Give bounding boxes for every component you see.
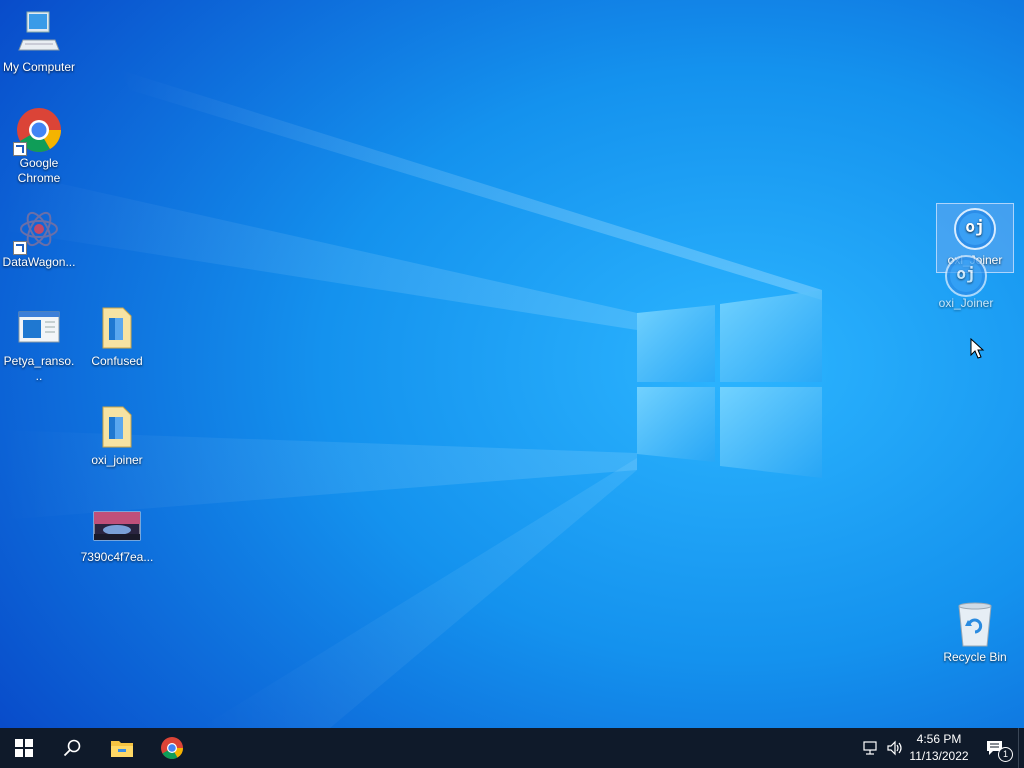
network-icon [863, 741, 877, 755]
oxi-joiner-icon: oj [942, 252, 990, 300]
desktop-icon-label: Google Chrome [17, 156, 61, 185]
desktop-icon-oxi-joiner-folder[interactable]: oxi_joiner [78, 403, 156, 468]
mouse-cursor-icon [970, 338, 985, 359]
chrome-icon [161, 737, 183, 759]
desktop-icon-image-file[interactable]: 7390c4f7ea... [78, 510, 156, 565]
desktop-icon-label: oxi_joiner [91, 453, 143, 467]
document-file-icon [93, 403, 141, 451]
search-button[interactable] [48, 728, 96, 768]
taskbar-clock[interactable]: 4:56 PM 11/13/2022 [904, 731, 974, 765]
taskbar-file-explorer[interactable] [98, 728, 146, 768]
show-desktop-button[interactable] [1018, 728, 1024, 768]
desktop-icon-label: Petya_ranso... [3, 354, 75, 383]
windows-start-icon [15, 739, 33, 757]
desktop-icon-label: Confused [91, 354, 143, 368]
tray-volume[interactable] [884, 728, 906, 768]
desktop-icon-label: DataWagon... [2, 255, 76, 269]
recycle-bin-icon [951, 600, 999, 648]
search-icon [63, 739, 81, 757]
desktop-icon-my-computer[interactable]: My Computer [0, 10, 78, 75]
application-window-icon [15, 304, 63, 352]
desktop-icon-label: My Computer [2, 60, 76, 74]
desktop-icon-recycle-bin[interactable]: Recycle Bin [936, 600, 1014, 665]
taskbar-chrome[interactable] [148, 728, 196, 768]
document-file-icon [93, 304, 141, 352]
desktop-icon-petya[interactable]: Petya_ranso... [0, 304, 78, 384]
desktop-icon-datawagon[interactable]: DataWagon... [0, 205, 78, 270]
oxi-badge-text: oj [965, 217, 985, 236]
chrome-icon [13, 106, 63, 156]
volume-icon [887, 740, 902, 756]
shortcut-arrow-icon [13, 241, 27, 255]
action-center-button[interactable]: 1 [978, 728, 1013, 768]
clock-date: 11/13/2022 [909, 749, 969, 763]
start-button[interactable] [0, 728, 48, 768]
tray-network[interactable] [860, 728, 882, 768]
notification-count-badge: 1 [998, 747, 1013, 762]
taskbar: 4:56 PM 11/13/2022 1 [0, 728, 1024, 768]
file-explorer-icon [111, 741, 133, 757]
drag-ghost-oxi-joiner: oj oxi_Joiner [927, 252, 1005, 311]
clock-time: 4:56 PM [916, 732, 962, 746]
computer-icon [15, 10, 63, 58]
shortcut-arrow-icon [13, 142, 27, 156]
desktop-icon-label: Recycle Bin [943, 650, 1007, 664]
desktop-icon-confused[interactable]: Confused [78, 304, 156, 369]
desktop-icon-label: 7390c4f7ea... [80, 550, 154, 564]
oxi-badge-text: oj [956, 264, 976, 283]
image-thumbnail-icon [93, 510, 141, 548]
datawagon-icon [13, 205, 63, 255]
oxi-joiner-icon: oj [951, 207, 999, 255]
desktop-icon-google-chrome[interactable]: Google Chrome [0, 106, 78, 186]
